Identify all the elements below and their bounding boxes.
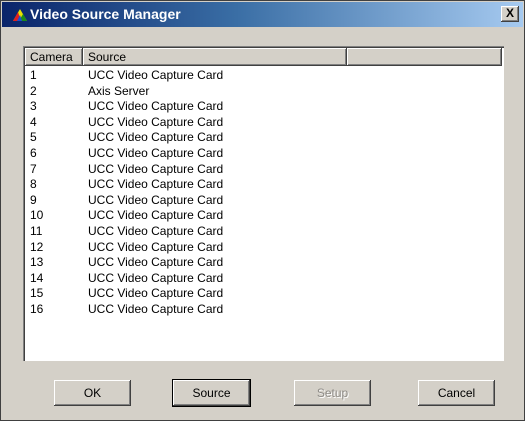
camera-number-cell: 8 [30, 177, 37, 192]
table-row[interactable]: 1 UCC Video Capture Card [25, 68, 502, 84]
camera-number-cell: 5 [30, 130, 37, 145]
setup-button[interactable]: Setup [294, 380, 371, 406]
table-row[interactable]: 8 UCC Video Capture Card [25, 177, 502, 193]
app-icon [13, 9, 27, 21]
table-row[interactable]: 6 UCC Video Capture Card [25, 146, 502, 162]
source-name-cell: UCC Video Capture Card [88, 192, 224, 207]
ok-button[interactable]: OK [54, 380, 131, 406]
camera-number-cell: 11 [30, 223, 43, 238]
table-row[interactable]: 3 UCC Video Capture Card [25, 99, 502, 115]
source-name-cell: UCC Video Capture Card [88, 208, 224, 223]
camera-source-list[interactable]: Camera Source 1 UCC Video Capture Card 2 Ax… [23, 46, 504, 361]
camera-number-cell: 3 [30, 99, 37, 114]
camera-number-cell: 6 [30, 145, 37, 160]
source-name-cell: UCC Video Capture Card [88, 161, 224, 176]
video-source-manager-dialog: Video Source Manager X Camera Source 1 UC… [0, 0, 525, 421]
close-button[interactable]: X [501, 6, 519, 22]
camera-number-cell: 15 [30, 286, 44, 301]
camera-number-cell: 16 [30, 301, 44, 316]
camera-number-cell: 10 [30, 208, 44, 223]
camera-number-cell: 9 [30, 192, 37, 207]
source-name-cell: UCC Video Capture Card [88, 145, 224, 160]
source-name-cell: UCC Video Capture Card [88, 301, 224, 316]
list-header: Camera Source [25, 48, 502, 66]
camera-number-cell: 14 [30, 270, 44, 285]
source-name-cell: UCC Video Capture Card [88, 177, 224, 192]
source-button[interactable]: Source [173, 380, 250, 406]
camera-number-cell: 1 [30, 68, 37, 82]
title-bar[interactable]: Video Source Manager X [2, 2, 523, 27]
camera-number-cell: 13 [30, 255, 44, 270]
source-name-cell: UCC Video Capture Card [88, 130, 224, 145]
close-icon: X [505, 6, 514, 20]
source-name-cell: UCC Video Capture Card [88, 270, 224, 285]
table-row[interactable]: 11 UCC Video Capture Card [25, 224, 502, 240]
table-row[interactable]: 2 Axis Server [25, 84, 502, 100]
table-row[interactable]: 15 UCC Video Capture Card [25, 286, 502, 302]
source-name-cell: UCC Video Capture Card [88, 99, 224, 114]
column-header-camera[interactable]: Camera [25, 48, 83, 66]
source-name-cell: UCC Video Capture Card [88, 255, 224, 270]
camera-number-cell: 2 [30, 83, 37, 98]
source-name-cell: UCC Video Capture Card [88, 239, 224, 254]
source-name-cell: UCC Video Capture Card [88, 114, 224, 129]
table-row[interactable]: 7 UCC Video Capture Card [25, 162, 502, 178]
source-name-cell: UCC Video Capture Card [88, 223, 224, 238]
table-row[interactable]: 14 UCC Video Capture Card [25, 271, 502, 287]
column-header-extra[interactable] [347, 48, 502, 66]
source-name-cell: UCC Video Capture Card [88, 286, 224, 301]
source-name-cell: UCC Video Capture Card [88, 68, 224, 82]
table-row[interactable]: 4 UCC Video Capture Card [25, 115, 502, 131]
camera-number-cell: 4 [30, 114, 37, 129]
column-header-source[interactable]: Source [83, 48, 347, 66]
table-row[interactable]: 12 UCC Video Capture Card [25, 240, 502, 256]
cancel-button[interactable]: Cancel [418, 380, 495, 406]
table-row[interactable]: 10 UCC Video Capture Card [25, 208, 502, 224]
source-name-cell: Axis Server [88, 83, 150, 98]
window-title: Video Source Manager [30, 6, 181, 22]
table-row[interactable]: 5 UCC Video Capture Card [25, 130, 502, 146]
camera-number-cell: 7 [30, 161, 37, 176]
list-rows: 1 UCC Video Capture Card 2 Axis Server 3 UCC … [25, 68, 502, 318]
camera-number-cell: 12 [30, 239, 44, 254]
table-row[interactable]: 9 UCC Video Capture Card [25, 193, 502, 209]
table-row[interactable]: 13 UCC Video Capture Card [25, 255, 502, 271]
table-row[interactable]: 16 UCC Video Capture Card [25, 302, 502, 318]
